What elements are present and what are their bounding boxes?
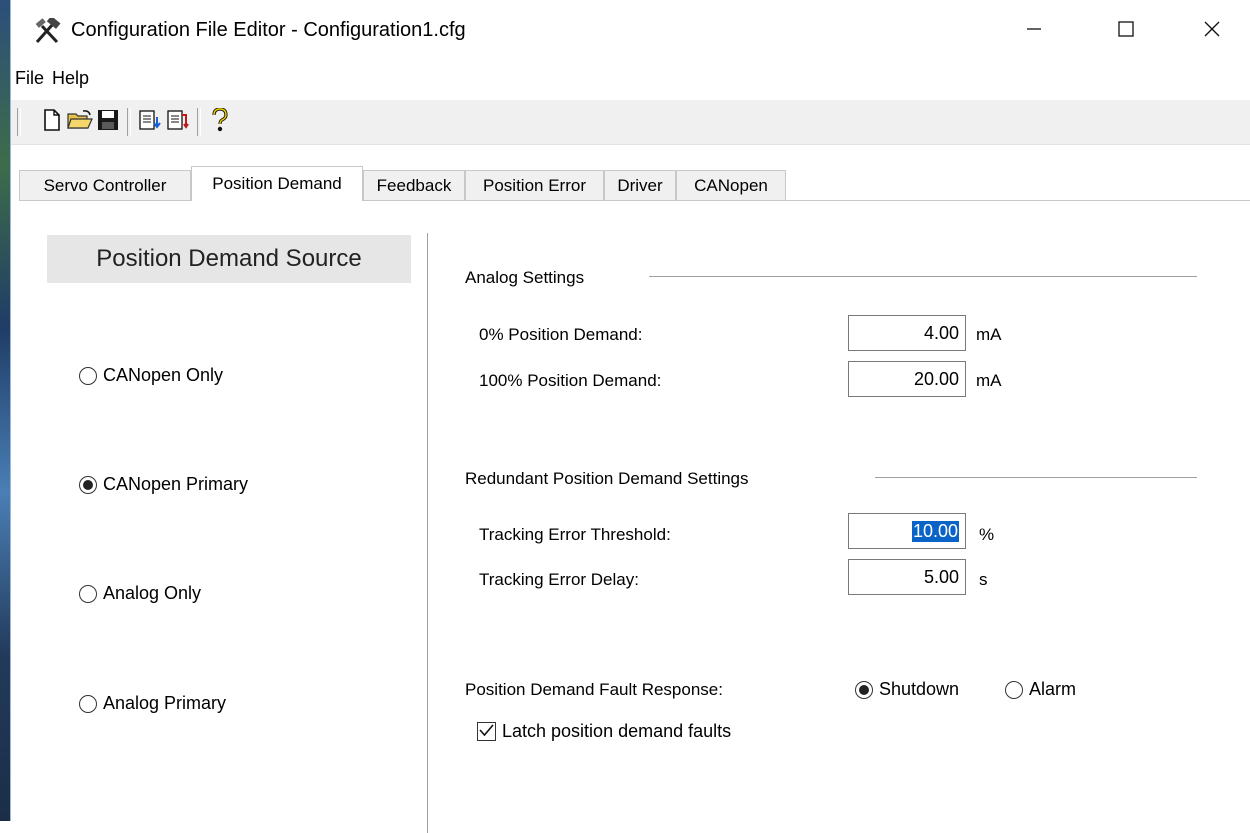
- close-icon: [1203, 20, 1221, 43]
- radio-label: CANopen Primary: [103, 474, 249, 494]
- tools-app-icon: [33, 15, 63, 44]
- menu-help[interactable]: Help: [50, 68, 95, 89]
- help-button[interactable]: [207, 106, 233, 137]
- toolbar-separator: [197, 108, 201, 136]
- maximize-icon: [1117, 20, 1135, 43]
- checkmark-icon: [479, 721, 494, 742]
- group-separator: [875, 477, 1197, 478]
- save-icon: [97, 109, 119, 136]
- tab-servo-controller[interactable]: Servo Controller: [19, 170, 191, 200]
- minimize-icon: [1026, 21, 1042, 42]
- zero-demand-input[interactable]: 4.00: [848, 315, 966, 351]
- app-window: Configuration File Editor - Configuratio…: [11, 0, 1250, 833]
- full-demand-label: 100% Position Demand:: [479, 371, 662, 390]
- desktop-background-strip: [0, 0, 10, 821]
- latch-faults-checkbox[interactable]: [477, 722, 496, 741]
- radio-selected-dot: [859, 684, 869, 695]
- source-header: Position Demand Source: [47, 235, 411, 283]
- radio-label: Shutdown: [879, 679, 960, 699]
- radio-shutdown[interactable]: Shutdown: [855, 679, 959, 700]
- tracking-threshold-input[interactable]: 10.00: [848, 513, 966, 549]
- zero-demand-label: 0% Position Demand:: [479, 325, 643, 344]
- radio-button[interactable]: [79, 584, 97, 603]
- radio-label: Analog Primary: [103, 693, 227, 713]
- radio-button[interactable]: [79, 475, 97, 494]
- save-button[interactable]: [95, 109, 121, 135]
- tracking-delay-label: Tracking Error Delay:: [479, 570, 639, 589]
- radio-alarm[interactable]: Alarm: [1005, 679, 1076, 700]
- radio-label: CANopen Only: [103, 365, 224, 385]
- open-file-button[interactable]: [67, 109, 93, 135]
- analog-settings-title: Analog Settings: [465, 268, 585, 287]
- help-icon: [211, 106, 229, 137]
- radio-button[interactable]: [79, 366, 97, 385]
- radio-button[interactable]: [79, 694, 97, 713]
- open-folder-icon: [67, 109, 93, 136]
- tracking-delay-input[interactable]: 5.00: [848, 559, 966, 595]
- radio-button[interactable]: [1005, 680, 1023, 699]
- minimize-button[interactable]: [1011, 12, 1057, 50]
- selected-text: 10.00: [911, 520, 959, 542]
- radio-analog-only[interactable]: Analog Only: [79, 583, 201, 604]
- radio-canopen-primary[interactable]: CANopen Primary: [79, 474, 248, 495]
- import-icon: [138, 109, 162, 136]
- fault-response-label: Position Demand Fault Response:: [465, 680, 723, 699]
- group-separator: [649, 276, 1197, 277]
- full-demand-input[interactable]: 20.00: [848, 361, 966, 397]
- tracking-delay-unit: s: [979, 570, 988, 589]
- window-title: Configuration File Editor - Configuratio…: [71, 19, 466, 41]
- latch-faults-label: Latch position demand faults: [502, 721, 732, 741]
- radio-selected-dot: [83, 479, 93, 490]
- menu-file[interactable]: File: [11, 68, 50, 89]
- export-icon: [166, 109, 190, 136]
- tracking-threshold-label: Tracking Error Threshold:: [479, 525, 671, 544]
- maximize-button[interactable]: [1103, 12, 1149, 50]
- new-file-icon: [42, 108, 62, 136]
- tab-canopen[interactable]: CANopen: [676, 170, 786, 200]
- close-button[interactable]: [1189, 12, 1235, 50]
- tab-position-demand[interactable]: Position Demand: [191, 166, 363, 201]
- export-button[interactable]: [165, 109, 191, 135]
- import-button[interactable]: [137, 109, 163, 135]
- zero-demand-unit: mA: [976, 325, 1002, 344]
- latch-faults-checkbox-row[interactable]: Latch position demand faults: [477, 721, 731, 742]
- full-demand-unit: mA: [976, 371, 1002, 390]
- tab-feedback[interactable]: Feedback: [363, 170, 465, 200]
- redundant-settings-title: Redundant Position Demand Settings: [465, 469, 749, 488]
- tracking-threshold-unit: %: [979, 525, 995, 544]
- toolbar-separator: [127, 108, 131, 136]
- radio-label: Alarm: [1029, 679, 1077, 699]
- title-bar[interactable]: Configuration File Editor - Configuratio…: [11, 0, 1250, 60]
- new-file-button[interactable]: [39, 108, 65, 136]
- radio-button[interactable]: [855, 680, 873, 699]
- toolbar: [11, 100, 1250, 145]
- radio-analog-primary[interactable]: Analog Primary: [79, 693, 226, 714]
- section-divider: [427, 233, 428, 833]
- radio-canopen-only[interactable]: CANopen Only: [79, 365, 223, 386]
- menu-bar: File Help: [11, 62, 95, 94]
- toolbar-separator: [17, 108, 21, 136]
- tab-driver[interactable]: Driver: [604, 170, 676, 200]
- position-demand-panel: Position Demand Source CANopen Only CANo…: [19, 200, 1250, 833]
- tab-position-error[interactable]: Position Error: [465, 170, 604, 200]
- radio-label: Analog Only: [103, 583, 202, 603]
